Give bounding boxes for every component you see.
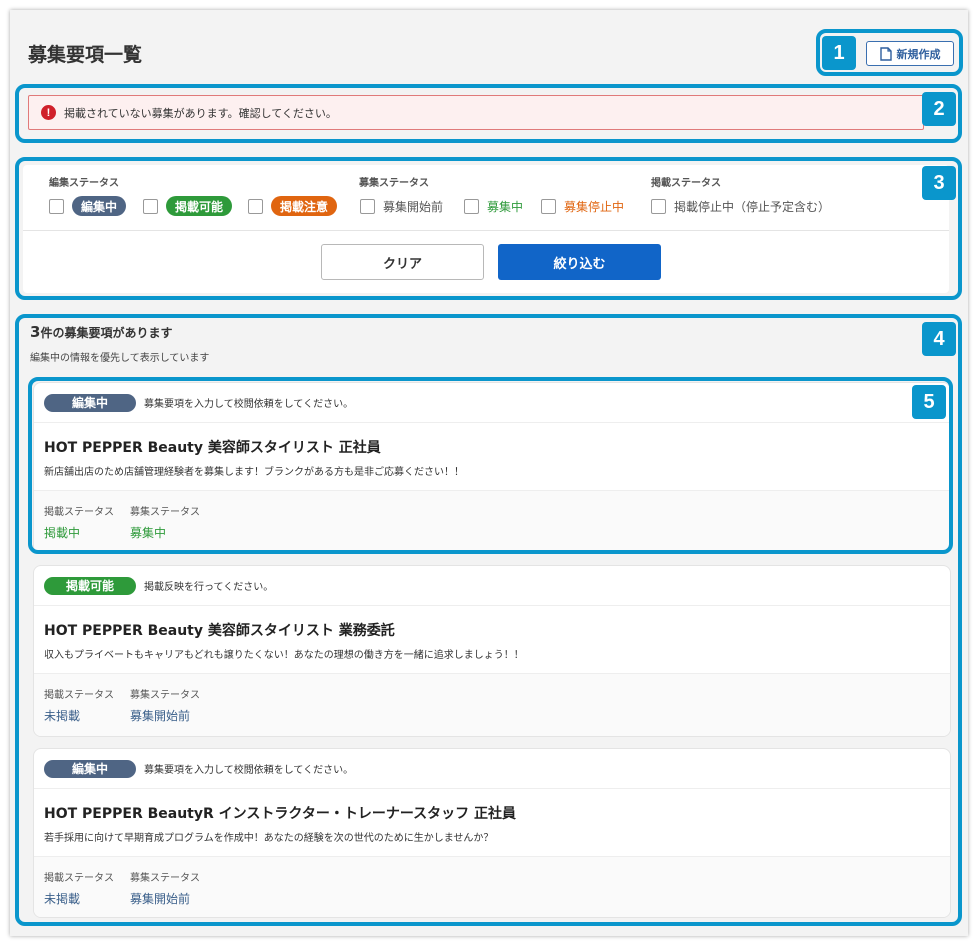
clear-button[interactable]: クリア [321,244,484,280]
annotation-badge-3: 3 [922,166,956,200]
card-message: 募集要項を入力して校閲依頼をしてください。 [144,765,354,776]
card-header: 掲載可能 掲載反映を行ってください。 [34,566,950,606]
new-create-button[interactable]: 新規作成 [866,41,954,66]
annotation-badge-1: 1 [822,36,856,70]
filter-option-recruit-stopped[interactable]: 募集停止中 [541,198,624,215]
alert-icon: ! [41,105,56,120]
card-body: HOT PEPPER BeautyR インストラクター・トレーナースタッフ 正社… [34,789,950,857]
publish-status-label: 掲載ステータス [44,873,114,884]
card-status-pill: 編集中 [44,759,136,778]
card-footer: 掲載ステータス 未掲載 募集ステータス 募集開始前 [34,674,950,736]
filter-option-publish-stopped[interactable]: 掲載停止中（停止予定含む） [651,198,830,215]
recruit-status-value: 募集開始前 [130,892,191,906]
recruit-status: 募集ステータス 募集開始前 [130,869,200,917]
before-recruit-label: 募集開始前 [383,200,444,214]
card-title[interactable]: HOT PEPPER BeautyR インストラクター・トレーナースタッフ 正社… [44,803,940,823]
card-footer: 掲載ステータス 未掲載 募集ステータス 募集開始前 [34,857,950,917]
filter-option-before-recruit[interactable]: 募集開始前 [360,198,443,215]
filter-label-edit-status: 編集ステータス [49,178,119,189]
filter-divider [23,230,949,231]
document-icon [879,46,892,61]
page-title: 募集要項一覧 [28,44,143,66]
alert-banner: ! 掲載されていない募集があります。確認してください。 [28,95,924,130]
card-title[interactable]: HOT PEPPER Beauty 美容師スタイリスト 業務委託 [44,620,940,640]
checkbox[interactable] [360,199,375,214]
filter-option-editing[interactable]: 編集中 [49,196,127,216]
alert-message: 掲載されていない募集があります。確認してください。 [64,106,337,120]
card-header: 編集中 募集要項を入力して校閲依頼をしてください。 [34,749,950,789]
annotation-badge-2: 2 [922,92,956,126]
publish-stopped-label: 掲載停止中（停止予定含む） [674,200,831,214]
publish-warning-pill: 掲載注意 [271,196,338,216]
editing-pill: 編集中 [72,196,127,216]
card-description: 収入もプライベートもキャリアもどれも譲りたくない！あなたの理想の働き方を一緒に追… [44,650,524,661]
filter-label-recruit-status: 募集ステータス [359,178,429,189]
publish-status: 掲載ステータス 未掲載 [44,686,114,736]
recruit-stopped-label: 募集停止中 [564,200,625,214]
filter-label-publish-status: 掲載ステータス [651,178,721,189]
recruit-status-label: 募集ステータス [130,873,200,884]
checkbox[interactable] [541,199,556,214]
priority-note: 編集中の情報を優先して表示しています [30,353,210,364]
filter-panel: 編集ステータス 募集ステータス 掲載ステータス 編集中 掲載可能 掲載注意 募集… [23,165,949,293]
filter-option-publish-warning[interactable]: 掲載注意 [248,196,338,216]
result-count: 3件の募集要項があります [30,323,172,341]
card-message: 掲載反映を行ってください。 [144,582,274,593]
result-count-suffix: 件の募集要項があります [40,326,173,340]
annotation-badge-5: 5 [912,385,946,419]
recruit-status: 募集ステータス 募集開始前 [130,686,200,736]
filter-option-publishable[interactable]: 掲載可能 [143,196,233,216]
highlight-box-5 [28,377,953,554]
publish-status-value: 未掲載 [44,709,81,723]
checkbox[interactable] [49,198,64,214]
publish-status-value: 未掲載 [44,892,81,906]
checkbox[interactable] [464,199,479,214]
recruit-card-2[interactable]: 掲載可能 掲載反映を行ってください。 HOT PEPPER Beauty 美容師… [33,565,951,737]
new-create-label: 新規作成 [896,47,941,61]
recruit-status-label: 募集ステータス [130,690,200,701]
publish-status: 掲載ステータス 未掲載 [44,869,114,917]
recruiting-label: 募集中 [487,200,524,214]
card-description: 若手採用に向けて早期育成プログラムを作成中！あなたの経験を次の世代のために生かし… [44,833,494,844]
filter-option-recruiting[interactable]: 募集中 [464,198,523,215]
checkbox[interactable] [143,198,158,214]
annotation-badge-4: 4 [922,322,956,356]
recruit-card-3[interactable]: 編集中 募集要項を入力して校閲依頼をしてください。 HOT PEPPER Bea… [33,748,951,918]
checkbox[interactable] [651,199,666,214]
checkbox[interactable] [248,198,263,214]
apply-filter-button[interactable]: 絞り込む [498,244,661,280]
result-count-number: 3 [30,323,41,341]
card-body: HOT PEPPER Beauty 美容師スタイリスト 業務委託 収入もプライベ… [34,606,950,674]
card-status-pill: 掲載可能 [44,576,136,595]
recruit-status-value: 募集開始前 [130,709,191,723]
publishable-pill: 掲載可能 [166,196,233,216]
publish-status-label: 掲載ステータス [44,690,114,701]
